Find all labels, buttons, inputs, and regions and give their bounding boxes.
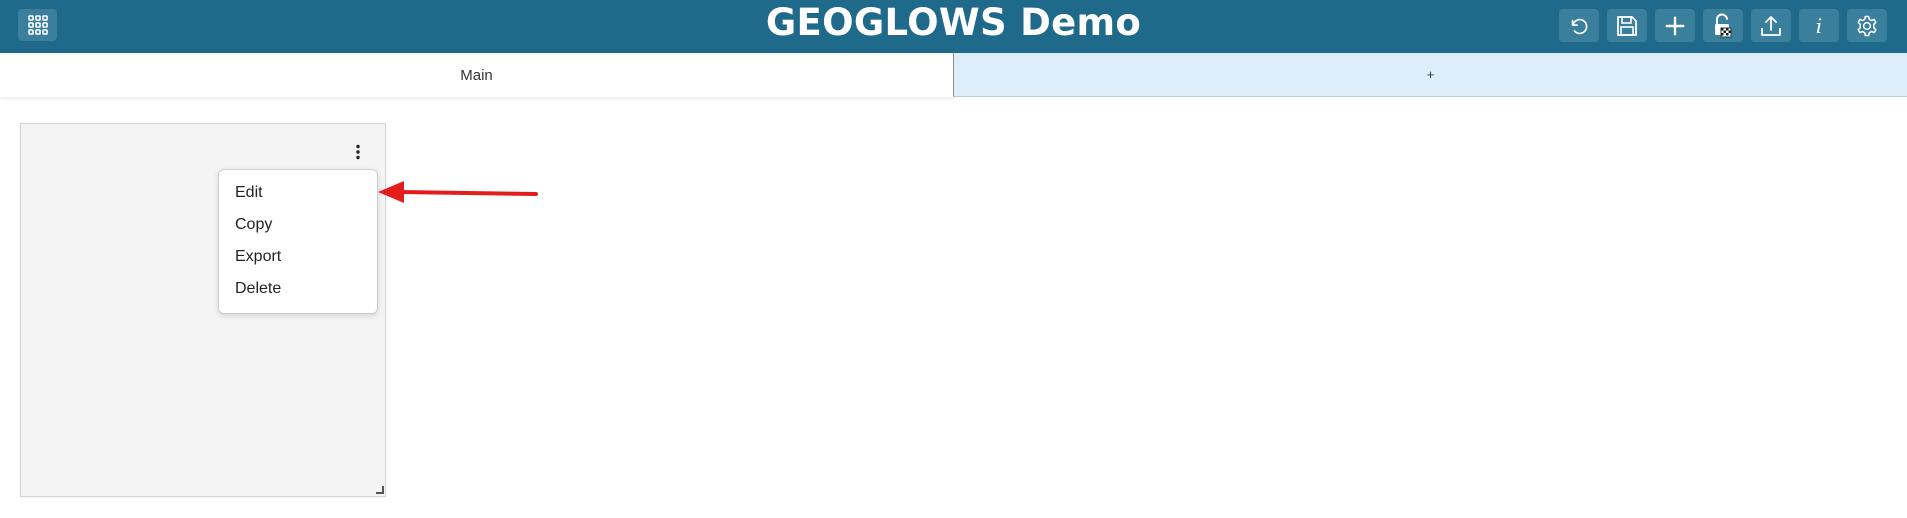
plus-icon	[1665, 16, 1685, 35]
annotation-arrow	[378, 181, 538, 203]
export-button[interactable]	[1751, 9, 1791, 42]
dashboard-tabs: Main +	[0, 53, 1907, 97]
info-icon: i	[1815, 13, 1823, 38]
add-widget-button[interactable]	[1655, 9, 1695, 42]
header-actions: i	[1559, 9, 1887, 42]
save-button[interactable]	[1607, 9, 1647, 42]
app-header: GEOGLOWS Demo i	[0, 0, 1907, 53]
save-icon	[1617, 15, 1637, 36]
reload-button[interactable]	[1559, 9, 1599, 42]
upload-icon	[1761, 15, 1781, 36]
refresh-icon	[1571, 18, 1588, 34]
info-button[interactable]: i	[1799, 9, 1839, 42]
grid-item-menu-button[interactable]	[345, 140, 371, 164]
menu-item-edit[interactable]: Edit	[219, 177, 377, 209]
unlock-icon	[1715, 12, 1732, 37]
settings-button[interactable]	[1847, 9, 1887, 42]
add-tab-button[interactable]: +	[953, 53, 1907, 97]
resize-handle[interactable]	[376, 486, 384, 494]
lock-toggle-button[interactable]	[1703, 9, 1743, 42]
tab-main[interactable]: Main	[0, 53, 953, 97]
grid-item-dropdown-menu: Edit Copy Export Delete	[218, 169, 378, 314]
menu-item-export[interactable]: Export	[219, 241, 377, 273]
gear-icon	[1857, 15, 1877, 36]
kebab-menu-icon	[356, 144, 360, 160]
menu-item-delete[interactable]: Delete	[219, 273, 377, 305]
menu-item-copy[interactable]: Copy	[219, 209, 377, 241]
